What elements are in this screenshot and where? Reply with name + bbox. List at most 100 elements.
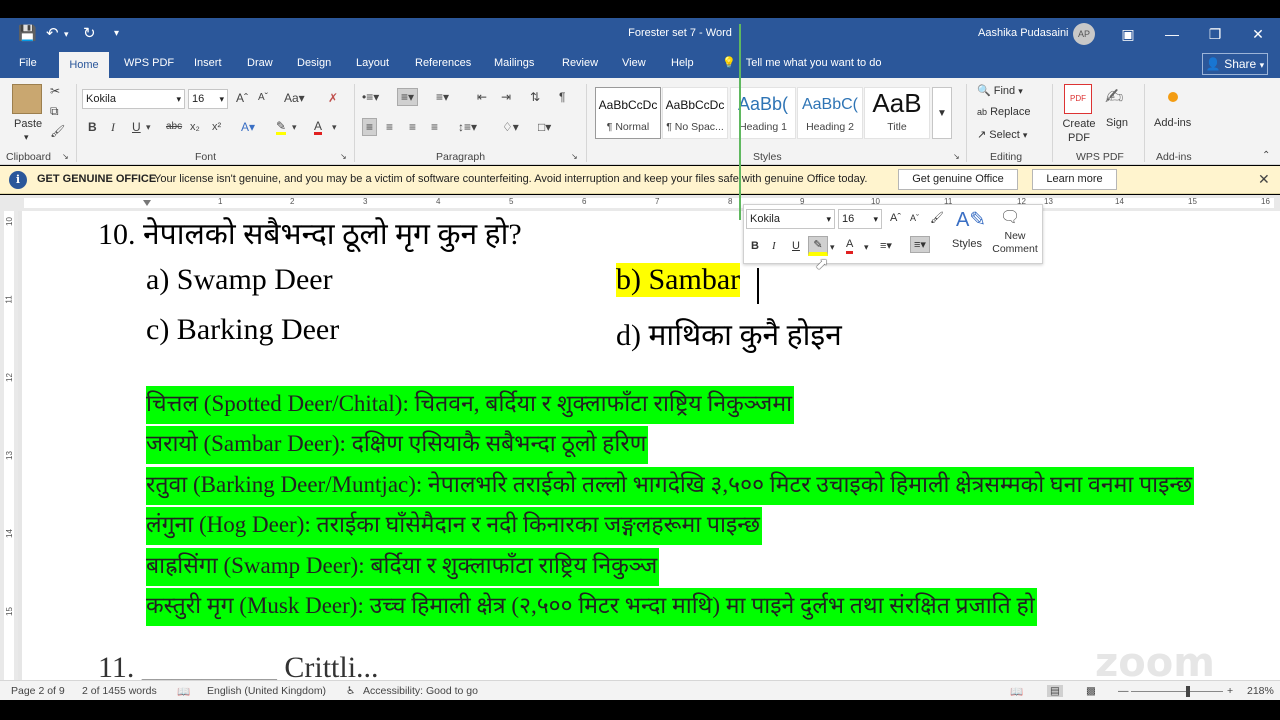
collapse-ribbon-icon[interactable]: ⌃: [1262, 150, 1270, 161]
select-button[interactable]: ↗ Select ▾: [977, 128, 1027, 141]
create-pdf-button[interactable]: Create PDF: [1062, 117, 1096, 145]
paste-dropdown-icon[interactable]: ▾: [24, 132, 29, 143]
horizontal-ruler[interactable]: 1 2 3 4 5 6 7 8 9 10 11 12 13 14 15 16: [0, 195, 1280, 211]
vertical-ruler[interactable]: 10 11 12 13 14 15: [0, 211, 18, 680]
font-color-dropdown-icon[interactable]: ▾: [332, 122, 337, 133]
numbering-icon[interactable]: ≡▾: [397, 88, 419, 106]
multilevel-list-icon[interactable]: ≡▾: [436, 90, 449, 104]
tab-references[interactable]: References: [415, 57, 471, 69]
copy-icon[interactable]: ⧉: [50, 104, 59, 119]
superscript-icon[interactable]: x²: [212, 121, 221, 133]
styles-gallery-more-icon[interactable]: ▼: [932, 87, 952, 139]
mini-font-size-field[interactable]: 16 ▾: [838, 209, 882, 229]
addins-button[interactable]: Add-ins: [1154, 117, 1191, 129]
clipboard-launcher-icon[interactable]: ↘: [62, 152, 69, 161]
numbering-icon[interactable]: ≡▾: [910, 236, 930, 253]
bold-icon[interactable]: B: [751, 240, 759, 252]
align-left-icon[interactable]: ≡: [362, 118, 378, 136]
new-comment-button[interactable]: New Comment: [990, 230, 1040, 256]
font-size-field[interactable]: 16 ▾: [188, 89, 228, 109]
tab-view[interactable]: View: [622, 57, 646, 69]
word-count[interactable]: 2 of 1455 words: [82, 685, 157, 697]
ribbon-display-options-icon[interactable]: ▣: [1113, 22, 1143, 46]
underline-dropdown-icon[interactable]: ▾: [146, 122, 151, 133]
tell-me-search[interactable]: 💡 Tell me what you want to do: [722, 56, 881, 69]
font-color-icon[interactable]: A: [846, 238, 854, 254]
mini-font-name-field[interactable]: Kokila ▾: [746, 209, 835, 229]
tab-help[interactable]: Help: [671, 57, 694, 69]
style-heading-2[interactable]: AaBbC( Heading 2: [797, 87, 863, 139]
style-normal[interactable]: AaBbCcDc ¶ Normal: [595, 87, 661, 139]
bold-icon[interactable]: B: [88, 120, 97, 134]
styles-icon[interactable]: A✎: [956, 207, 986, 232]
close-icon[interactable]: ✕: [1258, 171, 1270, 188]
read-mode-icon[interactable]: 📖: [1010, 685, 1023, 698]
get-genuine-office-button[interactable]: Get genuine Office: [898, 169, 1018, 190]
print-layout-icon[interactable]: ▤: [1047, 685, 1063, 697]
accessibility-status[interactable]: Accessibility: Good to go: [363, 685, 478, 697]
sign-icon[interactable]: ✍: [1105, 84, 1123, 110]
restore-button[interactable]: ❐: [1200, 22, 1230, 46]
minimize-button[interactable]: —: [1157, 22, 1187, 46]
grow-font-icon[interactable]: Aˆ: [890, 212, 901, 224]
tab-design[interactable]: Design: [297, 57, 331, 69]
tab-review[interactable]: Review: [562, 57, 598, 69]
highlight-dropdown-icon[interactable]: ▾: [830, 242, 835, 253]
font-name-field[interactable]: Kokila ▾: [82, 89, 185, 109]
language[interactable]: English (United Kingdom): [207, 685, 326, 697]
zoom-level[interactable]: 218%: [1247, 685, 1274, 697]
replace-button[interactable]: ab Replace: [977, 106, 1030, 118]
decrease-indent-icon[interactable]: ⇤: [477, 90, 487, 104]
strikethrough-icon[interactable]: abc: [166, 121, 182, 132]
italic-icon[interactable]: I: [111, 120, 115, 135]
italic-icon[interactable]: I: [772, 240, 776, 252]
zoom-slider-track[interactable]: [1131, 691, 1223, 692]
align-center-icon[interactable]: ≡: [386, 120, 393, 134]
document-page[interactable]: 10. नेपालको सबैभन्दा ठूलो मृग कुन हो? a)…: [22, 211, 1280, 680]
bullets-icon[interactable]: •≡▾: [362, 90, 379, 104]
increase-indent-icon[interactable]: ⇥: [501, 90, 511, 104]
tab-wps-pdf[interactable]: WPS PDF: [124, 57, 174, 69]
sort-icon[interactable]: ⇅: [530, 90, 540, 104]
paste-icon[interactable]: [12, 84, 42, 114]
underline-icon[interactable]: U: [132, 120, 141, 134]
web-layout-icon[interactable]: ▩: [1086, 685, 1096, 697]
comment-icon[interactable]: 🗨: [1000, 207, 1020, 227]
sign-button[interactable]: Sign: [1106, 117, 1128, 129]
styles-button[interactable]: Styles: [952, 238, 982, 250]
underline-icon[interactable]: U: [792, 240, 800, 252]
highlight-color-icon[interactable]: ✎: [276, 120, 287, 135]
shading-icon[interactable]: ♢▾: [502, 120, 519, 134]
highlight-color-icon[interactable]: ✎: [808, 236, 828, 256]
bullets-icon[interactable]: ≡▾: [880, 239, 892, 252]
tab-mailings[interactable]: Mailings: [494, 57, 534, 69]
format-painter-icon[interactable]: 🖌: [930, 211, 944, 224]
tab-layout[interactable]: Layout: [356, 57, 389, 69]
align-right-icon[interactable]: ≡: [409, 120, 416, 134]
tab-insert[interactable]: Insert: [194, 57, 222, 69]
tab-home[interactable]: Home: [59, 52, 109, 78]
tab-file[interactable]: File: [19, 57, 37, 69]
line-spacing-icon[interactable]: ↕≡▾: [458, 120, 477, 134]
font-color-dropdown-icon[interactable]: ▾: [864, 242, 869, 253]
format-painter-icon[interactable]: 🖌: [50, 124, 65, 138]
find-button[interactable]: 🔍 Find ▾: [977, 84, 1023, 97]
pdf-icon[interactable]: PDF: [1064, 84, 1092, 114]
shrink-font-icon[interactable]: Aˇ: [910, 213, 919, 223]
share-button[interactable]: 👤 Share ▾: [1202, 53, 1268, 75]
user-name[interactable]: Aashika Pudasaini: [978, 27, 1069, 39]
cut-icon[interactable]: ✂: [50, 84, 60, 98]
indent-marker-icon[interactable]: [143, 200, 151, 206]
save-icon[interactable]: 💾: [18, 24, 37, 42]
style-no-spacing[interactable]: AaBbCcDc ¶ No Spac...: [662, 87, 728, 139]
page-count[interactable]: Page 2 of 9: [11, 685, 65, 697]
grow-font-icon[interactable]: Aˆ: [236, 91, 248, 105]
redo-icon[interactable]: ↻: [83, 24, 96, 42]
font-color-icon[interactable]: A: [314, 120, 323, 135]
clear-formatting-icon[interactable]: ✗: [328, 91, 338, 105]
zoom-slider-thumb[interactable]: [1186, 686, 1190, 697]
avatar[interactable]: AP: [1073, 23, 1095, 45]
change-case-icon[interactable]: Aa▾: [284, 91, 305, 105]
text-effects-icon[interactable]: A▾: [241, 120, 255, 134]
zoom-out-icon[interactable]: —: [1118, 685, 1129, 697]
